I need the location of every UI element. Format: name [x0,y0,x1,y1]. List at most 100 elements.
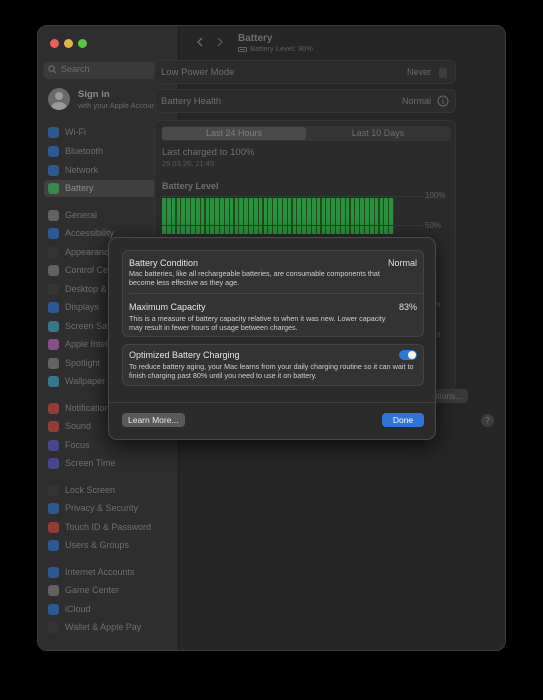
battery-level-bar [229,198,234,234]
toggle-knob [408,351,416,359]
battery-level-bar [268,198,273,234]
battery-level-bar [171,198,176,234]
globe-icon [48,165,59,176]
sidebar-item-label: Battery [65,183,94,193]
sidebar-item-lock-screen[interactable]: Lock Screen [44,482,173,499]
low-power-mode-row: Low Power Mode Never [154,60,456,84]
battery-level-bar [374,198,379,234]
hand-icon [48,503,59,514]
popup-stepper-icon[interactable] [439,68,447,78]
bell-icon [48,403,59,414]
tab-last-10-days[interactable]: Last 10 Days [306,127,450,140]
battery-level-bar [205,198,210,234]
battery-level-bars [162,198,394,234]
battery-level-bar [181,198,186,234]
sidebar-item-icloud[interactable]: iCloud [44,601,173,618]
back-chevron-icon[interactable] [194,36,206,48]
battery-health-value: Normal [401,96,431,106]
battery-level-text: Battery Level: 90% [250,44,313,53]
battery-level-bar [263,198,268,234]
wifi-icon [48,127,59,138]
low-power-mode-value[interactable]: Never [407,67,431,77]
sidebar-item-label: Spotlight [65,358,101,368]
speaker-icon [48,421,59,432]
battery-level-bar [253,198,258,234]
sidebar-item-internet-accounts[interactable]: Internet Accounts [44,564,173,581]
signin-subtitle: with your Apple Account [78,101,158,110]
sidebar-item-label: General [65,210,98,220]
battery-level-subtitle: Battery Level: 90% [238,44,313,53]
battery-level-bar [369,198,374,234]
grid-line [162,196,424,197]
battery-level-bar [345,198,350,234]
level-axis-100: 100% [425,191,446,200]
sidebar-item-label: Accessibility [65,228,115,238]
info-icon[interactable] [437,95,449,107]
battery-level-bar [365,198,369,234]
last-charged-title: Last charged to 100% [162,147,255,158]
sidebar-item-touch-id-password[interactable]: Touch ID & Password [44,519,173,536]
battery-level-bar [273,198,277,234]
battery-level-title: Battery Level [162,181,219,191]
sidebar-item-privacy-security[interactable]: Privacy & Security [44,500,173,517]
battery-icon [238,46,247,52]
learn-more-button[interactable]: Learn More... [122,413,185,427]
spotlight-icon [48,358,59,369]
battery-level-bar [278,198,282,234]
accessibility-icon [48,228,59,239]
optimized-charging-toggle[interactable] [399,350,417,360]
battery-condition-title: Battery Condition [129,258,199,268]
sidebar-item-screen-time[interactable]: Screen Time [44,455,173,472]
battery-condition-description: Mac batteries, like all rechargeable bat… [129,269,380,288]
battery-level-bar [220,198,224,234]
battery-level-bar [360,198,364,234]
sidebar-item-label: Screen Time [65,458,116,468]
hourglass-icon [48,458,59,469]
battery-level-bar [176,198,181,234]
toolbar: Battery Battery Level: 90% [180,26,505,59]
battery-level-bar [166,198,171,234]
optimized-charging-title: Optimized Battery Charging [129,350,240,360]
sidebar-item-label: Focus [65,440,90,450]
bluetooth-icon [48,146,59,157]
battery-level-bar [215,198,219,234]
help-button[interactable]: ? [481,414,494,427]
battery-level-bar [336,198,340,234]
forward-chevron-icon[interactable] [214,36,226,48]
sidebar-item-label: Sound [65,421,92,431]
battery-condition-value: Normal [387,258,417,268]
cloud-icon [48,604,59,615]
battery-info-group: Battery Condition Normal Mac batteries, … [122,250,424,337]
tab-last-24-hours[interactable]: Last 24 Hours [162,127,306,140]
close-window-button[interactable] [50,39,59,48]
moon-icon [48,440,59,451]
search-placeholder: Search [61,64,90,74]
fingerprint-icon [48,522,59,533]
siri-icon [48,339,59,350]
zoom-window-button[interactable] [78,39,87,48]
battery-icon [48,183,59,194]
sidebar-item-label: Wallpaper [65,376,106,386]
sidebar-item-label: Network [65,165,99,175]
appearance-icon [48,247,59,258]
sidebar-item-label: Displays [65,302,100,312]
minimize-window-button[interactable] [64,39,73,48]
avatar [48,88,70,110]
battery-level-bar [239,198,244,234]
battery-level-bar [321,198,326,234]
sidebar-item-label: Notifications [65,403,115,413]
done-button[interactable]: Done [382,413,424,427]
battery-level-bar [287,198,292,234]
gear-icon [48,210,59,221]
battery-level-bar [195,198,200,234]
battery-level-bar [389,198,393,234]
battery-level-bar [331,198,335,234]
sidebar-item-users-groups[interactable]: Users & Groups [44,537,173,554]
signin-title: Sign in [78,89,110,100]
sidebar-item-game-center[interactable]: Game Center [44,582,173,599]
sidebar-item-wallet-apple-pay[interactable]: Wallet & Apple Pay [44,619,173,636]
grid-line [162,225,424,226]
battery-level-bar [350,198,355,234]
battery-level-bar [297,198,302,234]
lock-icon [48,485,59,496]
